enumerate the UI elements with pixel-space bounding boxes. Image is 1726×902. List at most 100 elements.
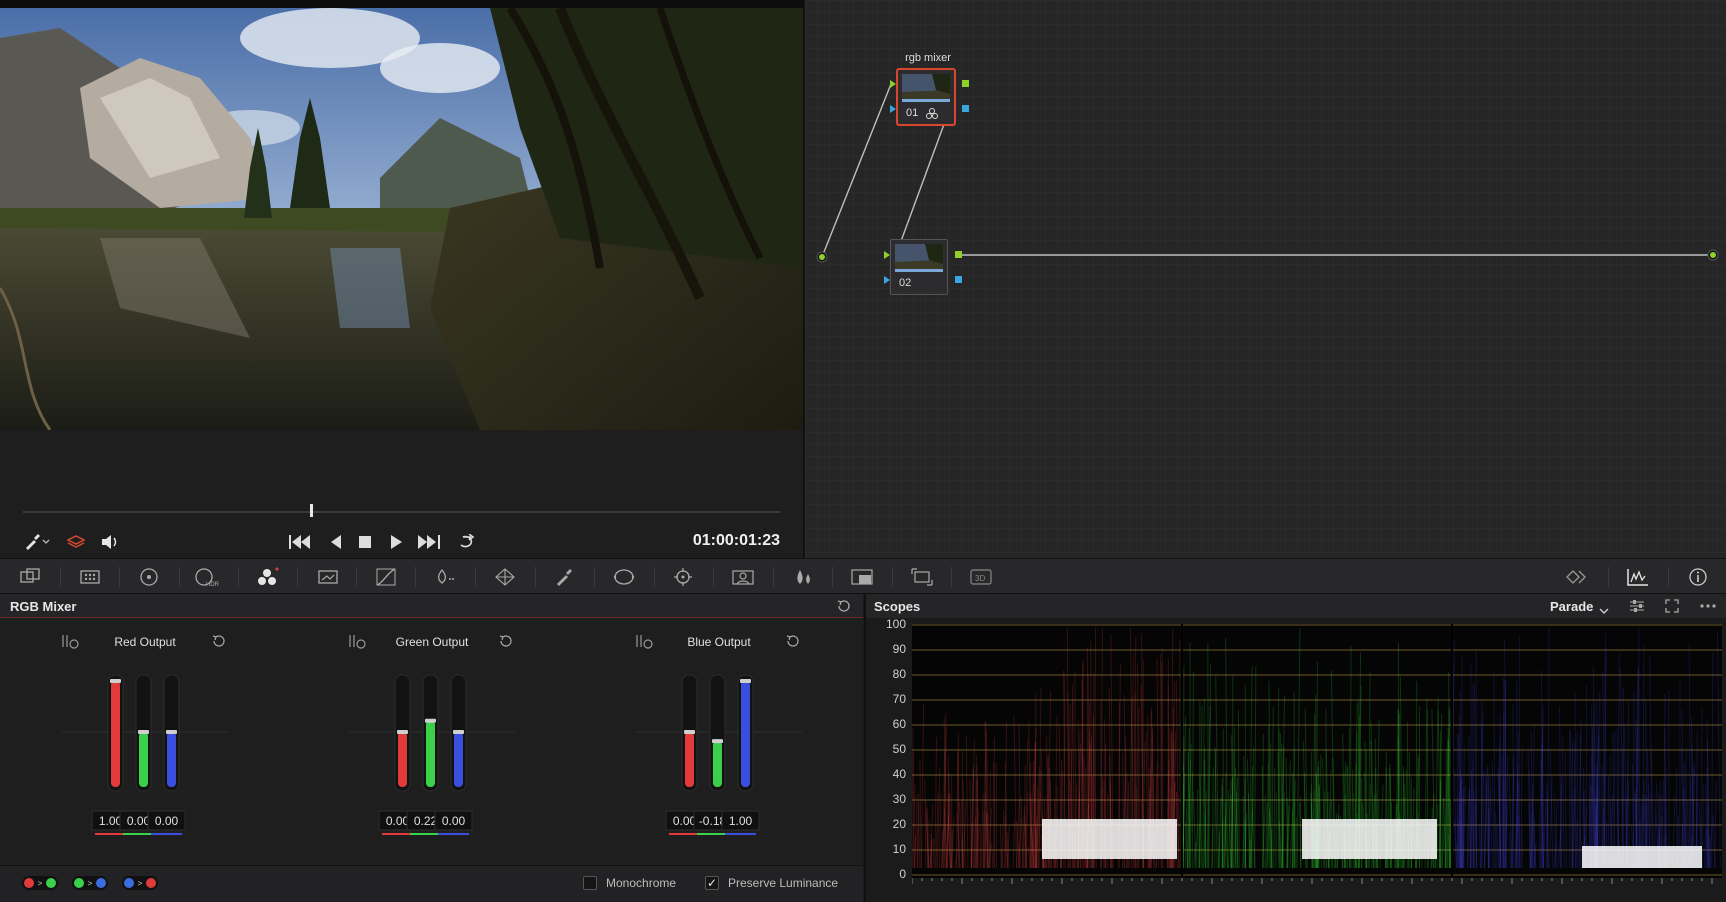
color-wheels-icon[interactable] bbox=[134, 565, 164, 589]
blur-icon[interactable] bbox=[788, 565, 818, 589]
slider-fill bbox=[167, 732, 176, 787]
y-axis-label: 10 bbox=[892, 842, 906, 856]
rgb-mixer-icon bbox=[926, 108, 938, 119]
channel-underline bbox=[151, 833, 182, 835]
reset-icon[interactable] bbox=[786, 635, 799, 647]
slider-knob[interactable] bbox=[138, 730, 149, 734]
parade-waveform bbox=[908, 624, 1722, 878]
slider-knob[interactable] bbox=[110, 679, 121, 683]
node-02[interactable]: 02 bbox=[890, 239, 948, 295]
motion-effects-icon[interactable] bbox=[312, 565, 342, 589]
y-axis-label: 100 bbox=[885, 617, 906, 631]
scope-mode-dropdown[interactable]: Parade bbox=[1550, 599, 1593, 614]
slider-knob[interactable] bbox=[684, 730, 695, 734]
playhead[interactable] bbox=[309, 504, 313, 517]
color-tools-toolbar: HDR 3D bbox=[0, 558, 1726, 594]
channel-underline bbox=[669, 833, 700, 835]
slider-knob[interactable] bbox=[453, 730, 464, 734]
monochrome-checkbox[interactable] bbox=[583, 876, 597, 890]
stop-icon[interactable] bbox=[356, 533, 374, 551]
slider-fill bbox=[685, 732, 694, 787]
scope-settings-icon[interactable] bbox=[1628, 598, 1646, 614]
link-icon[interactable] bbox=[349, 635, 366, 649]
chevron-down-icon[interactable] bbox=[1598, 603, 1610, 614]
slider-knob[interactable] bbox=[166, 730, 177, 734]
value-text: 0.00 bbox=[673, 814, 697, 828]
sizing-icon[interactable] bbox=[907, 565, 937, 589]
swap-green-blue-button[interactable]: > bbox=[72, 876, 108, 890]
channel-underline bbox=[123, 833, 154, 835]
rgb-mixer-header bbox=[0, 594, 863, 618]
node-thumbnail bbox=[895, 244, 943, 272]
node-thumbnail bbox=[902, 74, 950, 102]
expand-icon[interactable] bbox=[1664, 598, 1680, 614]
slider-knob[interactable] bbox=[425, 718, 436, 723]
tracker-icon[interactable] bbox=[668, 565, 698, 589]
node-01[interactable]: 01 bbox=[897, 69, 955, 125]
color-warper-icon[interactable] bbox=[430, 565, 460, 589]
power-window-icon[interactable] bbox=[609, 565, 639, 589]
3d-icon[interactable]: 3D bbox=[966, 565, 996, 589]
value-text: 1.00 bbox=[729, 814, 753, 828]
qualifier-icon[interactable] bbox=[490, 565, 520, 589]
channel-underline bbox=[410, 833, 441, 835]
skip-to-start-icon[interactable] bbox=[288, 533, 312, 551]
viewer-top-bar bbox=[0, 0, 803, 8]
panel-title: RGB Mixer bbox=[10, 599, 77, 614]
node-number: 01 bbox=[906, 107, 919, 119]
eyedropper-icon[interactable] bbox=[22, 534, 52, 550]
reset-all-icon[interactable] bbox=[836, 598, 854, 614]
swap-red-green-button[interactable]: > bbox=[22, 876, 58, 890]
more-options-icon[interactable] bbox=[1698, 598, 1718, 614]
scrub-bar[interactable] bbox=[23, 511, 780, 513]
slider-fill bbox=[713, 741, 722, 787]
hdr-wheels-icon[interactable]: HDR bbox=[192, 565, 222, 589]
preserve-luminance-checkbox[interactable]: ✓ bbox=[705, 876, 719, 890]
channel-underline bbox=[725, 833, 756, 835]
eyedropper-tool-icon[interactable] bbox=[549, 565, 579, 589]
curves-icon[interactable] bbox=[371, 565, 401, 589]
slider-knob[interactable] bbox=[397, 730, 408, 734]
group-title: Green Output bbox=[396, 635, 469, 649]
value-text: 0.00 bbox=[386, 814, 410, 828]
scopes-toggle-icon[interactable] bbox=[1623, 565, 1653, 589]
color-match-icon[interactable] bbox=[75, 565, 105, 589]
camera-raw-icon[interactable] bbox=[16, 565, 46, 589]
skip-to-end-icon[interactable] bbox=[417, 533, 441, 551]
landscape-image bbox=[0, 8, 803, 430]
layers-icon[interactable] bbox=[66, 534, 86, 550]
keyframes-icon[interactable] bbox=[1563, 565, 1593, 589]
slider-fill bbox=[398, 732, 407, 787]
value-text: 0.22 bbox=[414, 814, 438, 828]
slider-fill bbox=[741, 681, 750, 787]
group-title: Red Output bbox=[114, 635, 176, 649]
y-axis-label: 20 bbox=[892, 817, 906, 831]
channel-underline bbox=[95, 833, 126, 835]
link-icon[interactable] bbox=[62, 635, 79, 649]
node-01-title: rgb mixer bbox=[905, 52, 951, 64]
channel-underline bbox=[438, 833, 469, 835]
swap-blue-red-button[interactable]: > bbox=[122, 876, 158, 890]
reset-icon[interactable] bbox=[499, 635, 512, 647]
preserve-luminance-label: Preserve Luminance bbox=[728, 876, 839, 890]
step-back-icon[interactable] bbox=[327, 533, 345, 551]
rgb-mixer-tool-icon[interactable] bbox=[252, 565, 282, 589]
slider-fill bbox=[454, 732, 463, 787]
scope-x-ticks bbox=[912, 878, 1713, 884]
link-icon[interactable] bbox=[636, 635, 653, 649]
info-icon[interactable] bbox=[1683, 565, 1713, 589]
reset-icon[interactable] bbox=[212, 635, 225, 647]
loop-icon[interactable] bbox=[456, 532, 480, 552]
play-icon[interactable] bbox=[387, 533, 405, 551]
slider-knob[interactable] bbox=[712, 739, 723, 744]
viewer-image[interactable] bbox=[0, 8, 803, 430]
magic-mask-icon[interactable] bbox=[728, 565, 758, 589]
group-title: Blue Output bbox=[687, 635, 751, 649]
volume-icon[interactable] bbox=[99, 534, 121, 550]
key-icon[interactable] bbox=[847, 565, 877, 589]
node-number: 02 bbox=[899, 277, 912, 289]
timecode-display: 01:00:01:23 bbox=[692, 532, 780, 549]
slider-knob[interactable] bbox=[740, 679, 751, 683]
rgb-mixer-body: Red Output 1.00 0.00 0.00 Green Output 0.00 0.… bbox=[0, 619, 863, 865]
parade-channel bbox=[908, 627, 1181, 869]
